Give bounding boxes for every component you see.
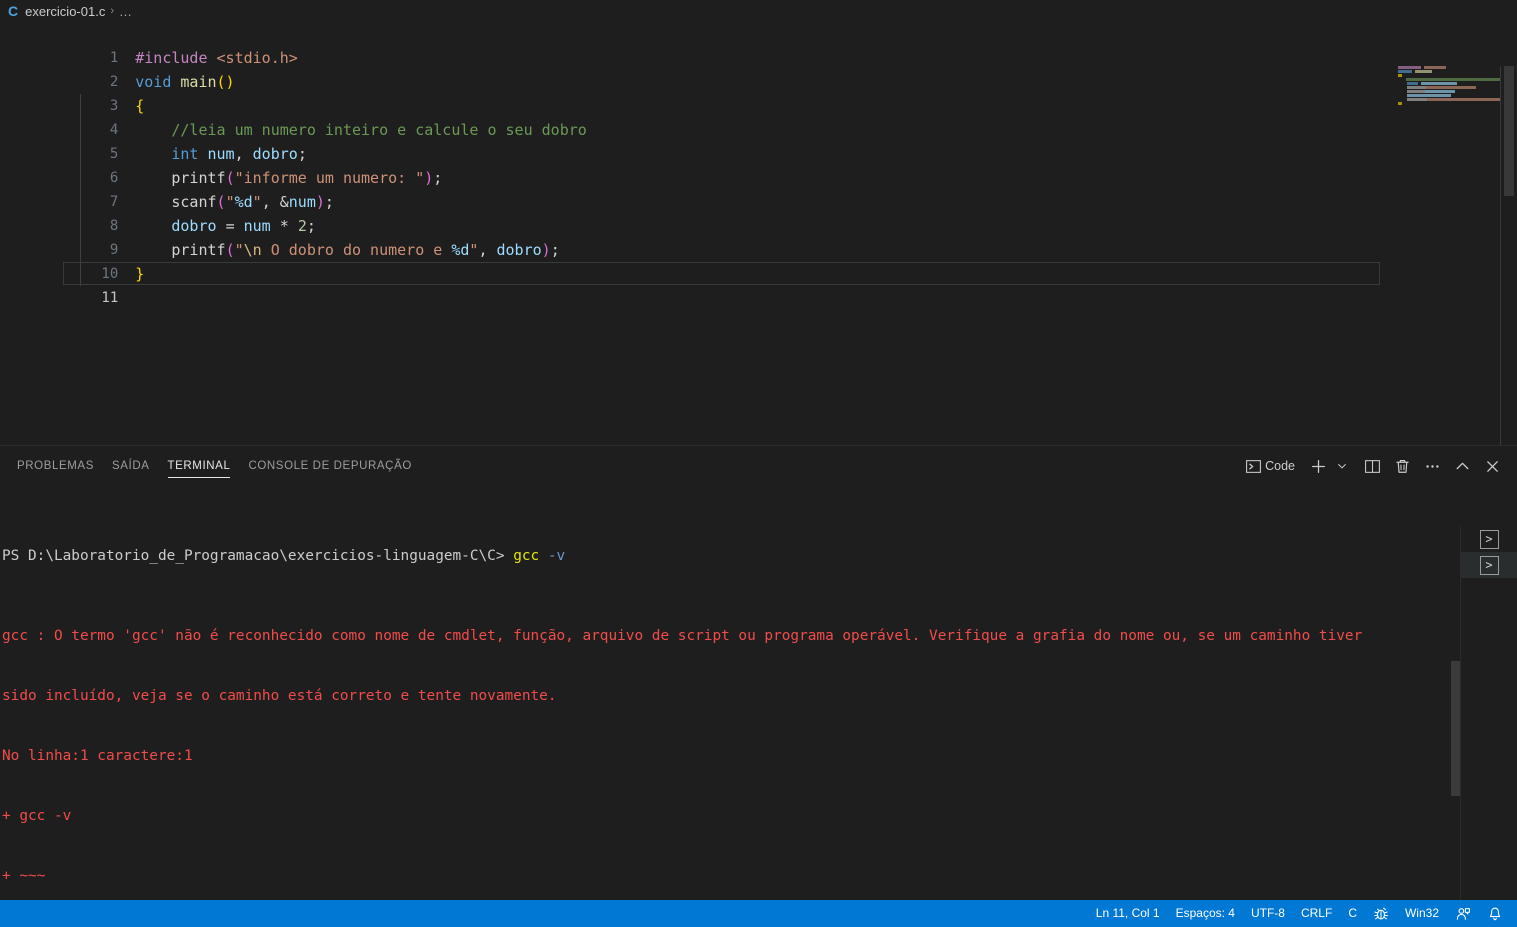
terminal-line: PS D:\Laboratorio_de_Programacao\exercic…: [2, 546, 1450, 566]
panel-actions: Code: [1243, 446, 1507, 486]
shell-name-label: Code: [1265, 459, 1295, 473]
terminal-prompt: PS D:\Laboratorio_de_Programacao\exercic…: [2, 548, 505, 564]
code-line: 2 void main(): [0, 46, 587, 91]
code-line: 9 printf("\n O dobro do numero e %d", do…: [0, 214, 587, 259]
new-terminal-dropdown-button[interactable]: [1333, 451, 1351, 481]
launch-profile-button[interactable]: Code: [1243, 451, 1303, 481]
terminal-line: No linha:1 caractere:1: [2, 748, 193, 764]
tab-debug-console[interactable]: CONSOLE DE DEPURAÇÃO: [239, 446, 420, 486]
terminal-tab-2[interactable]: >: [1461, 552, 1517, 578]
code-lines: 1 #include <stdio.h> 2 void main() 3{ 4 //…: [0, 22, 1380, 306]
code-line: 6 printf("informe um numero: ");: [0, 142, 587, 187]
terminal-icon: [1245, 458, 1262, 475]
minimap[interactable]: [1380, 44, 1500, 445]
debug-alt-icon[interactable]: [1365, 900, 1397, 927]
tab-problems[interactable]: PROBLEMAS: [8, 446, 103, 486]
new-terminal-button[interactable]: [1303, 451, 1333, 481]
status-encoding[interactable]: UTF-8: [1243, 900, 1293, 927]
line-number: 11: [101, 290, 119, 306]
code-line-current: 11: [0, 262, 1380, 306]
code-line: 1 #include <stdio.h>: [0, 22, 587, 67]
terminal-command-args: -v: [547, 548, 566, 564]
c-file-icon: C: [8, 3, 19, 19]
terminal-line: gcc : O termo 'gcc' não é reconhecido co…: [2, 628, 1363, 644]
vscode-window: C exercicio-01.c › … 1 #include <stdio.h>…: [0, 0, 1517, 927]
code-line: 8 dobro = num * 2;: [0, 190, 587, 235]
tab-output[interactable]: SAÍDA: [103, 446, 159, 486]
kill-terminal-button[interactable]: [1387, 451, 1417, 481]
chevron-right-icon: ›: [110, 5, 114, 17]
terminal-icon: >: [1479, 555, 1499, 575]
terminal-command: gcc: [513, 548, 540, 564]
code-editor[interactable]: 1 #include <stdio.h> 2 void main() 3{ 4 //…: [0, 22, 1517, 445]
bell-icon[interactable]: [1479, 900, 1511, 927]
status-eol[interactable]: CRLF: [1293, 900, 1340, 927]
current-line-highlight: [63, 262, 1380, 285]
code-line: 3{: [0, 70, 587, 115]
terminal-line: + ~~~: [2, 868, 46, 884]
breadcrumb-overflow[interactable]: …: [119, 4, 133, 19]
maximize-panel-button[interactable]: [1447, 451, 1477, 481]
terminal-view[interactable]: PS D:\Laboratorio_de_Programacao\exercic…: [0, 486, 1517, 901]
status-bar: Ln 11, Col 1 Espaços: 4 UTF-8 CRLF C Win…: [0, 900, 1517, 927]
more-actions-button[interactable]: [1417, 451, 1447, 481]
editor-right-border: [1500, 66, 1501, 445]
terminal-line: + gcc -v: [2, 808, 72, 824]
status-platform[interactable]: Win32: [1397, 900, 1447, 927]
code-line: 4 //leia um numero inteiro e calcule o s…: [0, 94, 587, 139]
code-line: 7 scanf("%d", &num);: [0, 166, 587, 211]
terminal-icon: >: [1479, 529, 1499, 549]
code-line: 5 int num, dobro;: [0, 118, 587, 163]
split-terminal-button[interactable]: [1357, 451, 1387, 481]
tab-terminal[interactable]: TERMINAL: [159, 446, 240, 486]
code-line: 10}: [0, 238, 587, 283]
breadcrumb-file[interactable]: exercicio-01.c: [25, 4, 105, 19]
status-language-mode[interactable]: C: [1340, 900, 1365, 927]
feedback-person-icon[interactable]: [1447, 900, 1479, 927]
close-panel-button[interactable]: [1477, 451, 1507, 481]
terminal-tab-1[interactable]: >: [1461, 526, 1517, 552]
bottom-panel: PROBLEMAS SAÍDA TERMINAL CONSOLE DE DEPU…: [0, 445, 1517, 901]
panel-header: PROBLEMAS SAÍDA TERMINAL CONSOLE DE DEPU…: [0, 446, 1517, 486]
terminal-output: PS D:\Laboratorio_de_Programacao\exercic…: [0, 486, 1450, 901]
status-indentation[interactable]: Espaços: 4: [1168, 900, 1243, 927]
terminal-tabs-sidebar: > >: [1460, 526, 1517, 901]
breadcrumb: C exercicio-01.c › …: [0, 0, 1517, 22]
editor-scrollbar-vertical[interactable]: [1504, 66, 1514, 196]
terminal-line: sido incluído, veja se o caminho está co…: [2, 688, 557, 704]
status-cursor-position[interactable]: Ln 11, Col 1: [1088, 900, 1168, 927]
